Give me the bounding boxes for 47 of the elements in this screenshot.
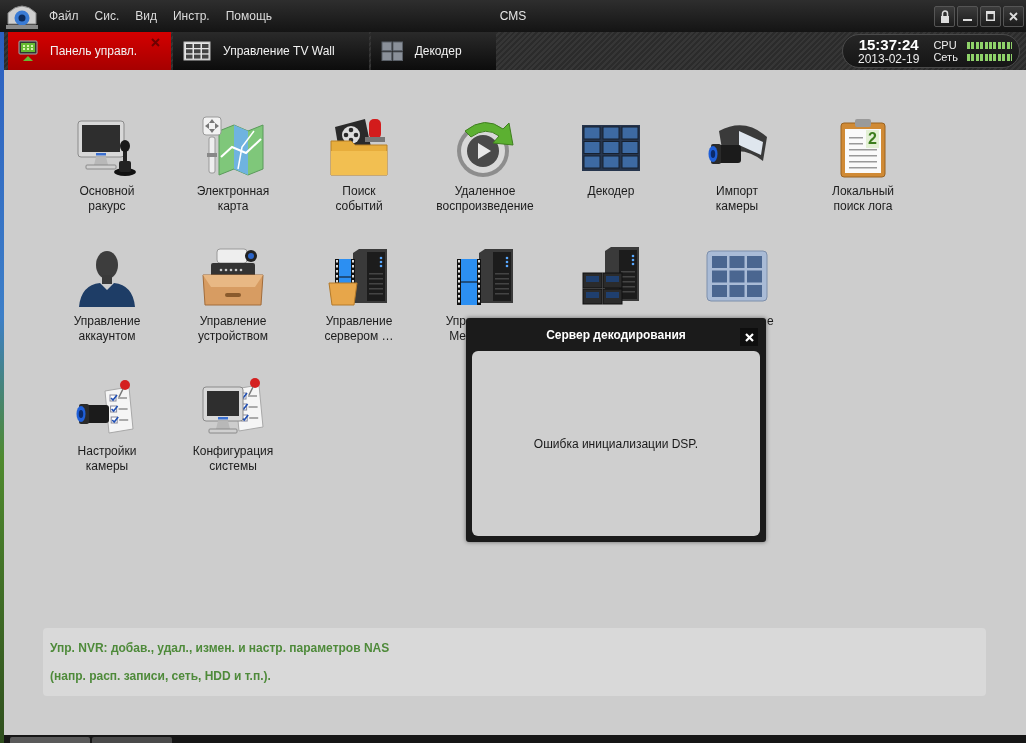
menu-item[interactable]: Файл [49, 7, 79, 25]
module-label: е [767, 314, 774, 329]
tab[interactable]: Управление TV Wall [173, 32, 369, 70]
menu-item[interactable]: Инстр. [172, 7, 210, 25]
tab[interactable]: Панель управл. [8, 32, 172, 70]
lock-icon [939, 9, 950, 23]
module-label: Декодер [587, 184, 635, 199]
module-label: Локальный поиск лога [832, 184, 894, 214]
description-text: (напр. расп. записи, сеть, HDD и т.п.). [50, 668, 272, 685]
clock-date: 2013-02-19 [858, 52, 920, 66]
tab[interactable]: Декодер [370, 32, 496, 70]
grid-icon [183, 41, 212, 61]
menu-item[interactable]: Помощь [225, 7, 273, 25]
module-label: Импорт камеры [715, 184, 759, 214]
clock-time: 15:37:24 [858, 36, 919, 53]
close-icon [1009, 11, 1018, 21]
window-title: CMS [499, 8, 527, 25]
module-label: Упр Ме [445, 314, 466, 344]
meter-label: Сеть [933, 51, 958, 63]
dialog-title: Сервер декодирования [546, 326, 686, 344]
meter-label: CPU [933, 39, 958, 51]
module-label: Управление устройством [197, 314, 269, 344]
clipboard-number: 2 [868, 130, 877, 148]
menu-item[interactable]: Вид [135, 7, 157, 25]
module-label: Управление аккаунтом [73, 314, 141, 344]
lock-button[interactable] [934, 5, 955, 27]
map-icon[interactable] [201, 115, 265, 179]
device-tray-icon[interactable] [201, 245, 265, 309]
module-label: Удаленное воспроизведение [436, 184, 534, 214]
monitor-icon [18, 40, 38, 62]
module-label: Настройки камеры [77, 444, 137, 474]
description-text: Упр. NVR: добав., удал., измен. и настр. параметров NAS [50, 640, 391, 657]
close-button[interactable] [1003, 5, 1024, 27]
module-label: Конфигурация системы [192, 444, 274, 474]
maximize-icon [986, 11, 995, 21]
maximize-button[interactable] [980, 5, 1001, 27]
menu-item[interactable]: Сис. [94, 7, 120, 25]
close-button[interactable] [740, 328, 758, 346]
tiles-icon [380, 41, 403, 61]
minimize-icon [963, 18, 972, 21]
dialog-message: Ошибка инициализации DSP. [533, 435, 699, 453]
minimize-button[interactable] [957, 5, 978, 27]
module-label: Поиск событий [335, 184, 383, 214]
module-label: Управление сервером … [324, 314, 394, 344]
close-icon [744, 332, 754, 342]
module-label: Электронная карта [196, 184, 270, 214]
module-label: Основной ракурс [79, 184, 135, 214]
